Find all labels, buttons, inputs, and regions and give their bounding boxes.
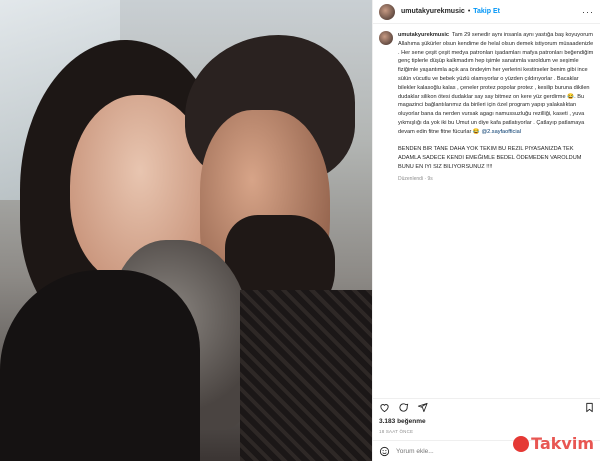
emoji-icon[interactable] <box>379 446 390 457</box>
caption-avatar[interactable] <box>379 31 393 45</box>
photo-woman-coat <box>0 270 200 461</box>
action-bar <box>373 398 600 416</box>
caption-body: umutakyurekmusic Tam 29 senedir aynı insa… <box>398 31 594 172</box>
post-header: umutakyurekmusic • Takip Et ··· <box>373 0 600 24</box>
caption: umutakyurekmusic Tam 29 senedir aynı insa… <box>373 24 600 369</box>
heart-icon[interactable] <box>379 402 390 413</box>
post-sidebar: umutakyurekmusic • Takip Et ··· umutakyu… <box>372 0 600 461</box>
header-username[interactable]: umutakyurekmusic <box>401 8 465 15</box>
watermark-text: Takvim <box>531 434 594 453</box>
header-separator: • <box>467 8 471 15</box>
comment-icon[interactable] <box>398 402 409 413</box>
bookmark-icon[interactable] <box>584 402 595 413</box>
caption-mention[interactable]: @2.sayfaofficial <box>481 129 520 135</box>
post-photo[interactable] <box>0 0 372 461</box>
photo-man-coat <box>240 290 372 461</box>
caption-text: Tam 29 senedir aynı insanla aynı yastığa… <box>398 32 594 135</box>
caption-caps: BENDEN BIR TANE DAHA YOK TEKIM BU REZIL … <box>398 146 582 170</box>
follow-button[interactable]: Takip Et <box>473 8 500 15</box>
watermark: Takvim <box>513 434 594 453</box>
post-time: 18 SAAT ÖNCE <box>379 429 414 434</box>
more-options-icon[interactable]: ··· <box>582 7 594 17</box>
caption-meta: Düzenlendi · 9s <box>398 175 433 182</box>
share-icon[interactable] <box>417 402 428 413</box>
caption-username[interactable]: umutakyurekmusic <box>398 32 449 38</box>
watermark-logo-icon <box>513 435 530 452</box>
avatar[interactable] <box>379 3 395 20</box>
likes-count[interactable]: 3.183 beğenme <box>379 418 426 425</box>
